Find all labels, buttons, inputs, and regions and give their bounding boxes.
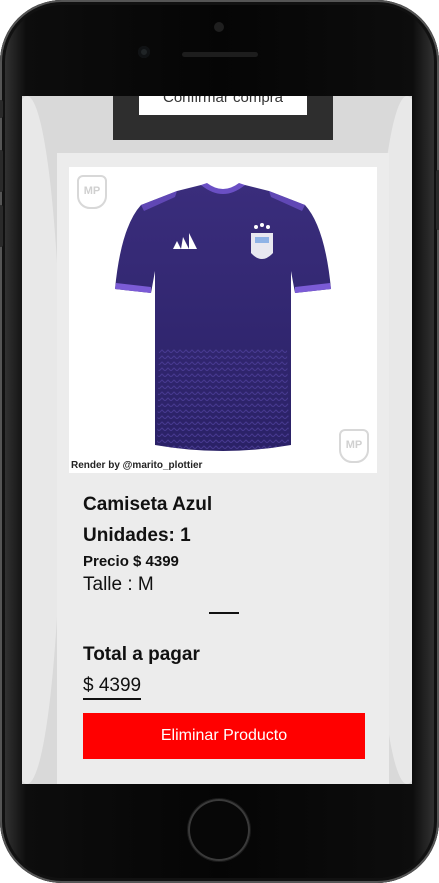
proximity-sensor [214, 22, 224, 32]
product-units: Unidades: 1 [83, 525, 191, 546]
phone-frame: Confirmar compra MP MP Render by @marito… [0, 0, 439, 883]
cart-item-card: MP MP Render by @marito_plottier Camiset… [57, 153, 389, 784]
background-decoration [22, 96, 62, 784]
earpiece-speaker [182, 52, 258, 57]
product-name: Camiseta Azul [83, 494, 213, 515]
checkout-header: Confirmar compra [113, 96, 333, 140]
product-size: Talle : M [83, 574, 154, 595]
confirm-purchase-button[interactable]: Confirmar compra [139, 96, 307, 115]
image-credit: Render by @marito_plottier [71, 460, 203, 471]
divider [209, 612, 239, 614]
remove-product-button[interactable]: Eliminar Producto [83, 713, 365, 759]
volume-down-button [0, 205, 3, 247]
product-price: Precio $ 4399 [83, 553, 179, 570]
mute-switch [0, 100, 3, 118]
total-label: Total a pagar [83, 644, 200, 665]
volume-up-button [0, 150, 3, 192]
total-value: $ 4399 [83, 675, 142, 700]
home-button[interactable] [188, 799, 250, 861]
phone-screen: Confirmar compra MP MP Render by @marito… [22, 96, 412, 784]
product-image: MP MP Render by @marito_plottier [69, 167, 377, 473]
jersey-illustration [115, 183, 331, 451]
front-camera-icon [138, 46, 150, 58]
